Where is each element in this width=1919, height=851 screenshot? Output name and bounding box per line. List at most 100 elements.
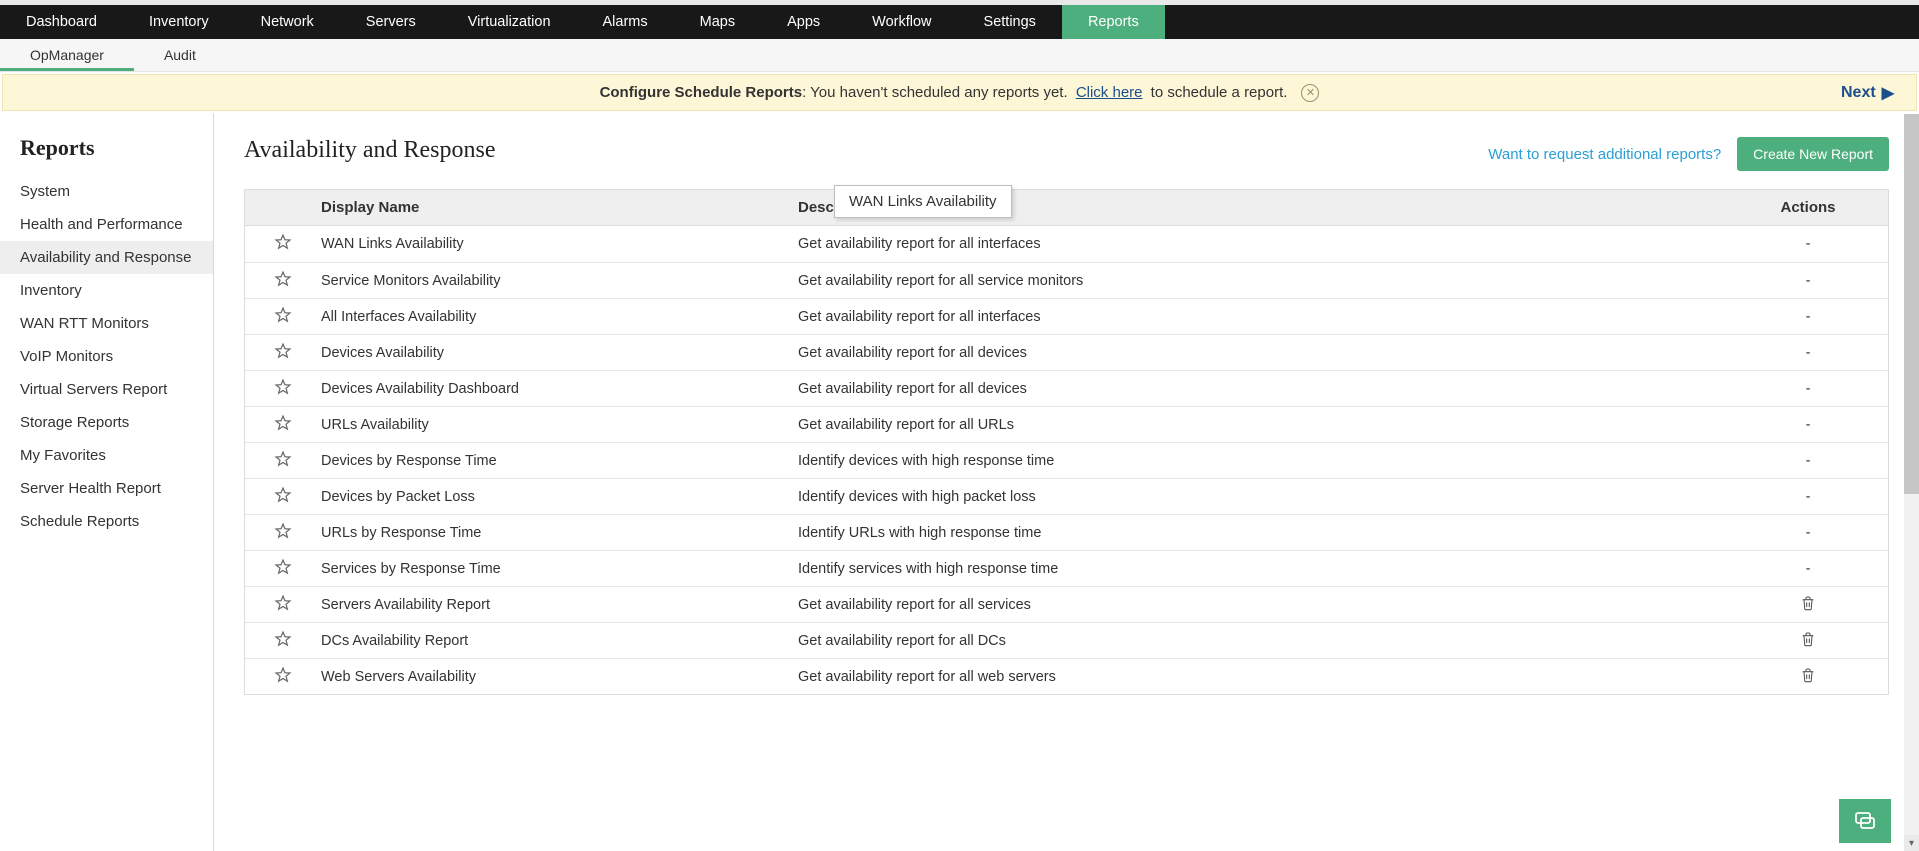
row-action-none: - bbox=[1728, 345, 1888, 361]
create-new-report-button[interactable]: Create New Report bbox=[1737, 137, 1889, 171]
sidebar-item-my-favorites[interactable]: My Favorites bbox=[0, 439, 213, 472]
chat-fab-button[interactable] bbox=[1839, 799, 1891, 843]
delete-icon[interactable] bbox=[1800, 599, 1816, 615]
table-row[interactable]: Services by Response TimeIdentify servic… bbox=[245, 550, 1888, 586]
favorite-star-icon[interactable] bbox=[274, 486, 292, 504]
row-description: Identify services with high response tim… bbox=[798, 561, 1728, 577]
request-reports-link[interactable]: Want to request additional reports? bbox=[1488, 146, 1721, 163]
nav-item-inventory[interactable]: Inventory bbox=[123, 5, 235, 39]
col-header-display-name[interactable]: Display Name bbox=[321, 199, 798, 216]
row-display-name[interactable]: Services by Response Time bbox=[321, 561, 798, 577]
sidebar-item-server-health-report[interactable]: Server Health Report bbox=[0, 472, 213, 505]
row-description: Identify devices with high response time bbox=[798, 453, 1728, 469]
row-display-name[interactable]: Devices Availability bbox=[321, 345, 798, 361]
row-display-name[interactable]: Devices by Packet Loss bbox=[321, 489, 798, 505]
row-description: Identify devices with high packet loss bbox=[798, 489, 1728, 505]
row-display-name[interactable]: WAN Links Availability bbox=[321, 236, 798, 252]
page-title: Availability and Response bbox=[244, 137, 496, 164]
table-row[interactable]: Servers Availability ReportGet availabil… bbox=[245, 586, 1888, 622]
favorite-star-icon[interactable] bbox=[274, 594, 292, 612]
sidebar-item-health-and-performance[interactable]: Health and Performance bbox=[0, 208, 213, 241]
row-description: Get availability report for all devices bbox=[798, 381, 1728, 397]
sidebar-item-schedule-reports[interactable]: Schedule Reports bbox=[0, 505, 213, 538]
secondary-nav: OpManagerAudit bbox=[0, 39, 1919, 72]
nav-item-workflow[interactable]: Workflow bbox=[846, 5, 957, 39]
favorite-star-icon[interactable] bbox=[274, 630, 292, 648]
favorite-star-icon[interactable] bbox=[274, 342, 292, 360]
row-tooltip: WAN Links Availability bbox=[834, 185, 1012, 218]
main-panel: Availability and Response Want to reques… bbox=[214, 113, 1919, 851]
table-row[interactable]: Devices by Packet LossIdentify devices w… bbox=[245, 478, 1888, 514]
delete-icon[interactable] bbox=[1800, 635, 1816, 651]
scrollbar-thumb[interactable] bbox=[1904, 114, 1919, 494]
sidebar-item-storage-reports[interactable]: Storage Reports bbox=[0, 406, 213, 439]
nav-item-reports[interactable]: Reports bbox=[1062, 5, 1165, 39]
table-row[interactable]: Devices AvailabilityGet availability rep… bbox=[245, 334, 1888, 370]
favorite-star-icon[interactable] bbox=[274, 558, 292, 576]
row-display-name[interactable]: All Interfaces Availability bbox=[321, 309, 798, 325]
banner-msg-a: : You haven't scheduled any reports yet. bbox=[802, 84, 1072, 101]
table-row[interactable]: Service Monitors AvailabilityGet availab… bbox=[245, 262, 1888, 298]
sidebar-item-system[interactable]: System bbox=[0, 175, 213, 208]
favorite-star-icon[interactable] bbox=[274, 522, 292, 540]
subnav-audit[interactable]: Audit bbox=[134, 39, 226, 71]
sidebar-item-availability-and-response[interactable]: Availability and Response bbox=[0, 241, 213, 274]
reports-sidebar: Reports SystemHealth and PerformanceAvai… bbox=[0, 113, 214, 851]
row-display-name[interactable]: Devices by Response Time bbox=[321, 453, 798, 469]
chat-icon bbox=[1852, 809, 1878, 833]
banner-close-icon[interactable]: ✕ bbox=[1301, 84, 1319, 102]
subnav-opmanager[interactable]: OpManager bbox=[0, 39, 134, 71]
scroll-arrow-down-icon[interactable]: ▾ bbox=[1904, 835, 1919, 851]
row-description: Get availability report for all URLs bbox=[798, 417, 1728, 433]
table-row[interactable]: WAN Links AvailabilityGet availability r… bbox=[245, 226, 1888, 262]
nav-item-virtualization[interactable]: Virtualization bbox=[442, 5, 577, 39]
banner-title: Configure Schedule Reports bbox=[600, 84, 803, 101]
nav-item-alarms[interactable]: Alarms bbox=[577, 5, 674, 39]
nav-item-servers[interactable]: Servers bbox=[340, 5, 442, 39]
row-display-name[interactable]: DCs Availability Report bbox=[321, 633, 798, 649]
row-description: Get availability report for all interfac… bbox=[798, 309, 1728, 325]
favorite-star-icon[interactable] bbox=[274, 270, 292, 288]
row-display-name[interactable]: URLs by Response Time bbox=[321, 525, 798, 541]
delete-icon[interactable] bbox=[1800, 671, 1816, 687]
row-display-name[interactable]: Devices Availability Dashboard bbox=[321, 381, 798, 397]
row-display-name[interactable]: Service Monitors Availability bbox=[321, 273, 798, 289]
favorite-star-icon[interactable] bbox=[274, 233, 292, 251]
favorite-star-icon[interactable] bbox=[274, 378, 292, 396]
row-action-none: - bbox=[1728, 381, 1888, 397]
banner-next-button[interactable]: Next ▶ bbox=[1841, 83, 1894, 103]
row-display-name[interactable]: URLs Availability bbox=[321, 417, 798, 433]
nav-item-network[interactable]: Network bbox=[235, 5, 340, 39]
table-row[interactable]: URLs AvailabilityGet availability report… bbox=[245, 406, 1888, 442]
favorite-star-icon[interactable] bbox=[274, 414, 292, 432]
table-row[interactable]: All Interfaces AvailabilityGet availabil… bbox=[245, 298, 1888, 334]
row-description: Get availability report for all DCs bbox=[798, 633, 1728, 649]
col-header-actions[interactable]: Actions bbox=[1728, 199, 1888, 216]
table-row[interactable]: DCs Availability ReportGet availability … bbox=[245, 622, 1888, 658]
sidebar-item-inventory[interactable]: Inventory bbox=[0, 274, 213, 307]
banner-click-here-link[interactable]: Click here bbox=[1076, 84, 1143, 101]
table-row[interactable]: Web Servers AvailabilityGet availability… bbox=[245, 658, 1888, 694]
row-display-name[interactable]: Servers Availability Report bbox=[321, 597, 798, 613]
nav-item-settings[interactable]: Settings bbox=[958, 5, 1062, 39]
sidebar-item-wan-rtt-monitors[interactable]: WAN RTT Monitors bbox=[0, 307, 213, 340]
table-row[interactable]: Devices by Response TimeIdentify devices… bbox=[245, 442, 1888, 478]
favorite-star-icon[interactable] bbox=[274, 450, 292, 468]
nav-item-apps[interactable]: Apps bbox=[761, 5, 846, 39]
nav-item-maps[interactable]: Maps bbox=[674, 5, 761, 39]
vertical-scrollbar[interactable]: ▾ bbox=[1904, 114, 1919, 851]
row-description: Get availability report for all services bbox=[798, 597, 1728, 613]
favorite-star-icon[interactable] bbox=[274, 666, 292, 684]
schedule-banner: Configure Schedule Reports: You haven't … bbox=[2, 74, 1917, 111]
nav-item-dashboard[interactable]: Dashboard bbox=[0, 5, 123, 39]
sidebar-item-voip-monitors[interactable]: VoIP Monitors bbox=[0, 340, 213, 373]
table-row[interactable]: URLs by Response TimeIdentify URLs with … bbox=[245, 514, 1888, 550]
row-description: Identify URLs with high response time bbox=[798, 525, 1728, 541]
row-action-none: - bbox=[1728, 273, 1888, 289]
table-row[interactable]: Devices Availability DashboardGet availa… bbox=[245, 370, 1888, 406]
sidebar-item-virtual-servers-report[interactable]: Virtual Servers Report bbox=[0, 373, 213, 406]
row-action-none: - bbox=[1728, 525, 1888, 541]
row-description: Get availability report for all service … bbox=[798, 273, 1728, 289]
favorite-star-icon[interactable] bbox=[274, 306, 292, 324]
row-display-name[interactable]: Web Servers Availability bbox=[321, 669, 798, 685]
